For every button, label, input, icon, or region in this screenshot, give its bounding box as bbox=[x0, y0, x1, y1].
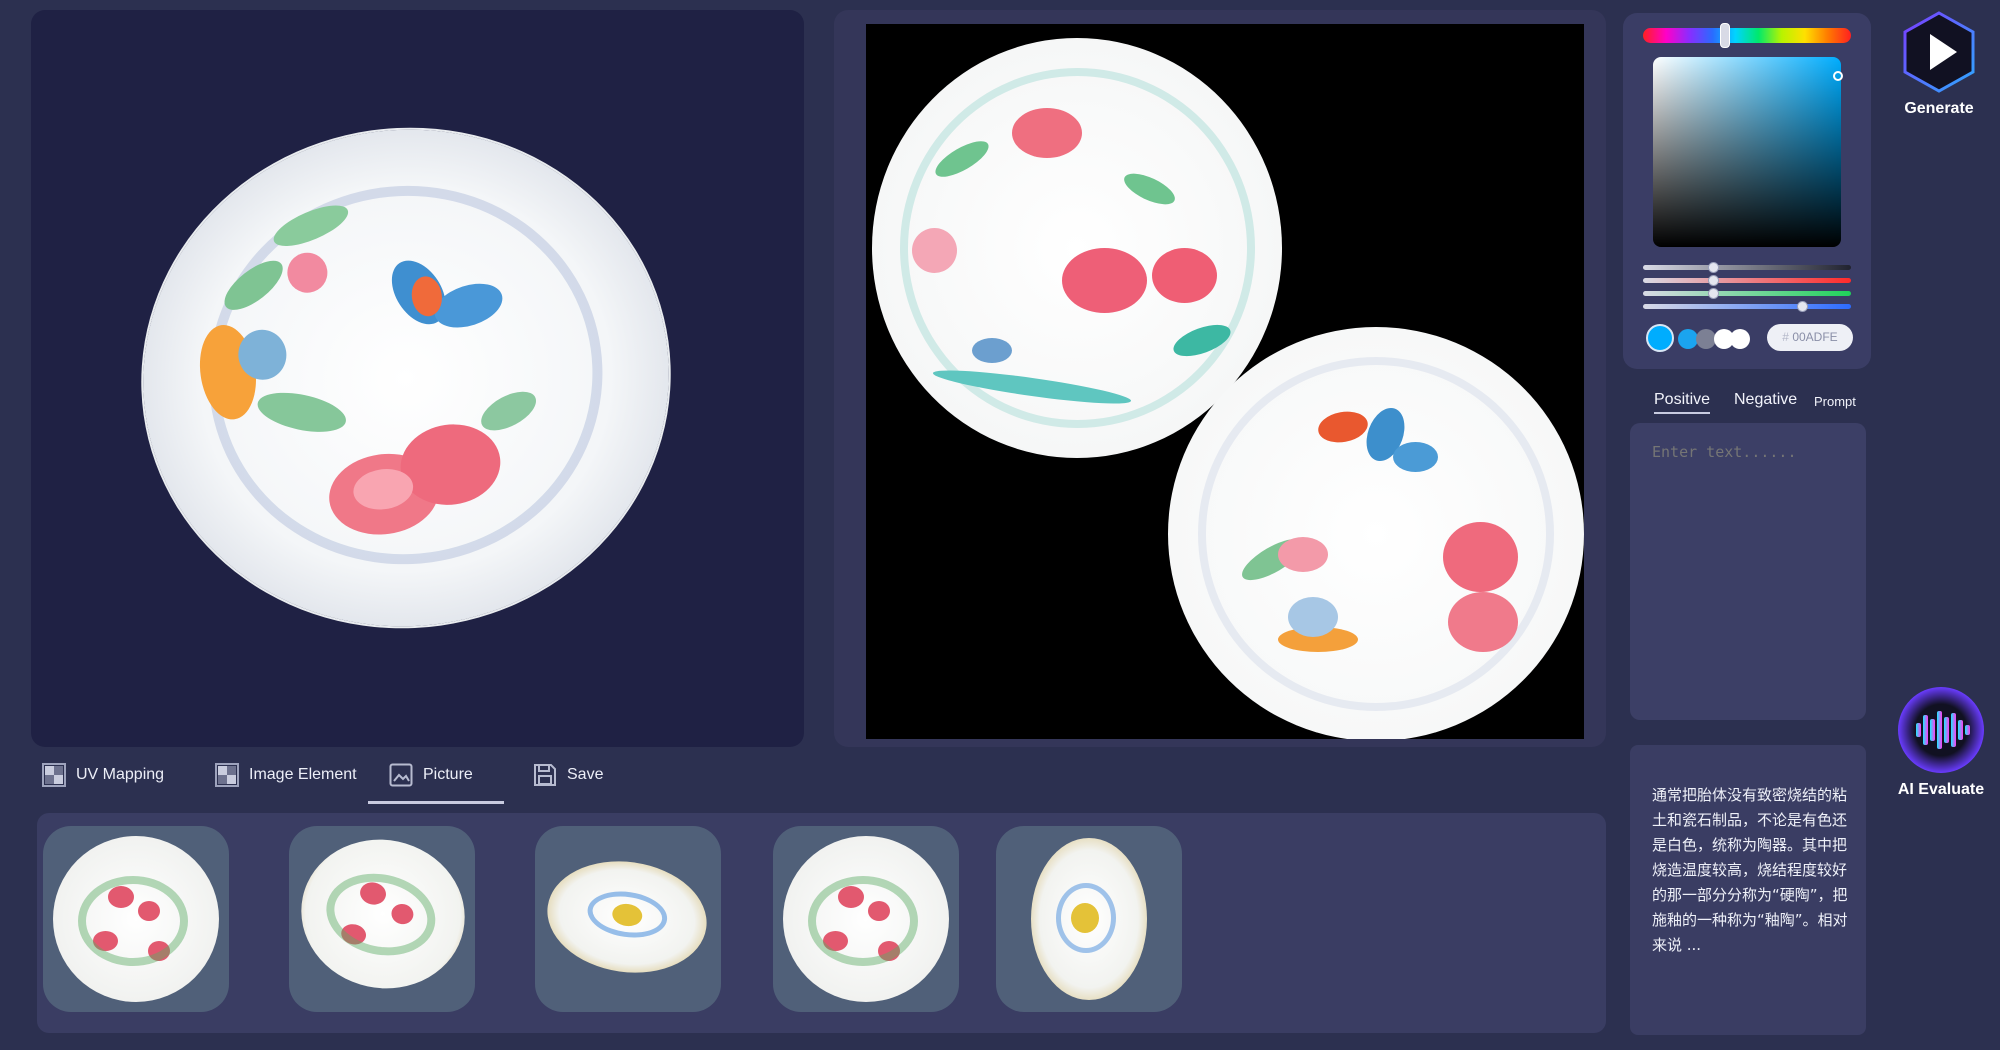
current-color-swatch[interactable] bbox=[1646, 324, 1674, 352]
slider-thumb-blue[interactable] bbox=[1797, 301, 1808, 312]
picture-tab[interactable]: Picture bbox=[389, 762, 473, 788]
generate-label: Generate bbox=[1904, 100, 1974, 117]
slider-thumb-green[interactable] bbox=[1708, 288, 1719, 299]
porcelain-plate-model[interactable] bbox=[111, 95, 701, 661]
save-button[interactable]: Save bbox=[533, 762, 603, 788]
ai-evaluate-button[interactable]: AI Evaluate bbox=[1884, 685, 1998, 799]
slider-thumb-1[interactable] bbox=[1708, 262, 1719, 273]
hue-slider-thumb[interactable] bbox=[1720, 23, 1730, 48]
tab-negative[interactable]: Negative bbox=[1734, 391, 1797, 409]
image-element-button[interactable]: Image Element bbox=[215, 762, 357, 788]
slider-track-1[interactable] bbox=[1643, 265, 1851, 270]
checker-icon bbox=[42, 763, 66, 787]
save-icon bbox=[533, 763, 557, 787]
thumbnail-item[interactable] bbox=[773, 826, 959, 1012]
color-picker-panel: # 00ADFE bbox=[1623, 13, 1871, 369]
thumbnail-item[interactable] bbox=[289, 826, 475, 1012]
saturation-value-area[interactable] bbox=[1653, 57, 1841, 247]
picture-label: Picture bbox=[423, 766, 473, 783]
ai-evaluation-panel: 通常把胎体没有致密烧结的粘土和瓷石制品，不论是有色还是白色，统称为陶器。其中把烧… bbox=[1630, 745, 1866, 1035]
picture-icon bbox=[389, 763, 413, 787]
uv-texture-canvas[interactable] bbox=[866, 24, 1584, 739]
uv-mapping-button[interactable]: UV Mapping bbox=[42, 762, 164, 788]
thumbnail-item[interactable] bbox=[535, 826, 721, 1012]
uv-mapping-label: UV Mapping bbox=[76, 766, 165, 783]
image-element-label: Image Element bbox=[249, 766, 357, 783]
generate-button[interactable]: Generate bbox=[1884, 10, 1994, 118]
hex-prefix: # bbox=[1782, 330, 1789, 344]
active-tab-indicator bbox=[368, 801, 504, 804]
waveform-icon bbox=[1898, 687, 1984, 773]
ai-evaluate-label: AI Evaluate bbox=[1897, 781, 1985, 798]
tab-positive[interactable]: Positive bbox=[1654, 391, 1711, 414]
slider-track-red[interactable] bbox=[1643, 278, 1851, 283]
slider-track-green[interactable] bbox=[1643, 291, 1851, 296]
slider-track-blue[interactable] bbox=[1643, 304, 1851, 309]
save-label: Save bbox=[567, 766, 604, 783]
texture-plate-bottom bbox=[1168, 327, 1584, 739]
recent-swatch-1[interactable] bbox=[1678, 329, 1698, 349]
tab-prompt[interactable]: Prompt bbox=[1814, 394, 1856, 409]
ai-evaluation-text: 通常把胎体没有致密烧结的粘土和瓷石制品，不论是有色还是白色，统称为陶器。其中把烧… bbox=[1652, 786, 1848, 954]
recent-swatch-2[interactable] bbox=[1696, 329, 1716, 349]
recent-swatch-4[interactable] bbox=[1730, 329, 1750, 349]
thumbnail-item[interactable] bbox=[43, 826, 229, 1012]
saturation-value-handle[interactable] bbox=[1833, 71, 1843, 81]
slider-thumb-red[interactable] bbox=[1708, 275, 1719, 286]
prompt-text-input[interactable] bbox=[1652, 443, 1847, 703]
prompt-panel bbox=[1630, 423, 1866, 720]
texture-viewport bbox=[834, 10, 1606, 747]
model-viewport[interactable] bbox=[31, 10, 804, 747]
thumbnail-item[interactable] bbox=[996, 826, 1182, 1012]
play-icon bbox=[1903, 11, 1975, 93]
checker-icon bbox=[215, 763, 239, 787]
hex-input[interactable]: # 00ADFE bbox=[1767, 324, 1853, 351]
hex-value: 00ADFE bbox=[1792, 330, 1838, 344]
hue-slider[interactable] bbox=[1643, 28, 1851, 43]
